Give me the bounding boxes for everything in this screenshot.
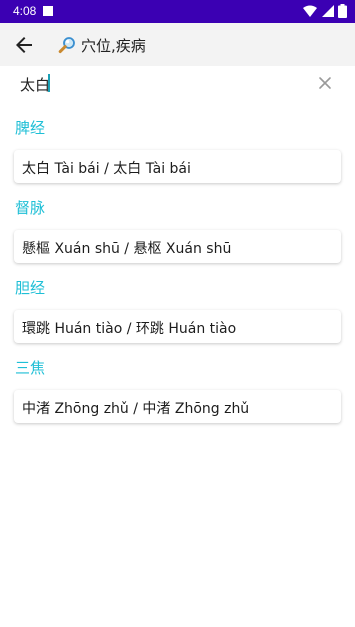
status-bar: 4:08	[0, 0, 355, 23]
status-time: 4:08	[13, 4, 37, 18]
group-label-governor: 督脉	[15, 199, 46, 217]
result-item[interactable]: 環跳 Huán tiào / 环跳 Huán tiào	[14, 310, 341, 343]
result-text: 太白 Tài bái / 太白 Tài bái	[22, 161, 191, 177]
wifi-icon	[303, 5, 318, 17]
text-cursor	[48, 74, 50, 92]
search-bar	[0, 66, 355, 104]
group-label-spleen: 脾经	[15, 119, 46, 137]
arrow-back-icon[interactable]	[12, 33, 36, 57]
page-title-text: 穴位,疾病	[81, 37, 146, 55]
app-bar: 穴位,疾病	[0, 23, 355, 66]
result-item[interactable]: 中渚 Zhōng zhǔ / 中渚 Zhōng zhǔ	[14, 390, 341, 423]
result-text: 懸樞 Xuán shū / 悬枢 Xuán shū	[22, 241, 232, 257]
result-text: 中渚 Zhōng zhǔ / 中渚 Zhōng zhǔ	[22, 401, 250, 417]
search-input[interactable]	[20, 74, 300, 94]
group-label-gallbladder: 胆经	[15, 279, 46, 297]
notification-icon	[43, 6, 53, 16]
signal-icon	[321, 5, 334, 17]
result-item[interactable]: 太白 Tài bái / 太白 Tài bái	[14, 150, 341, 183]
page-title: 穴位,疾病	[58, 35, 146, 56]
group-label-triple-burner: 三焦	[15, 359, 46, 377]
magnifier-icon	[58, 37, 75, 54]
battery-icon	[338, 4, 347, 18]
result-item[interactable]: 懸樞 Xuán shū / 悬枢 Xuán shū	[14, 230, 341, 263]
result-text: 環跳 Huán tiào / 环跳 Huán tiào	[22, 321, 237, 337]
system-icons	[303, 4, 347, 20]
close-icon[interactable]	[317, 75, 333, 91]
